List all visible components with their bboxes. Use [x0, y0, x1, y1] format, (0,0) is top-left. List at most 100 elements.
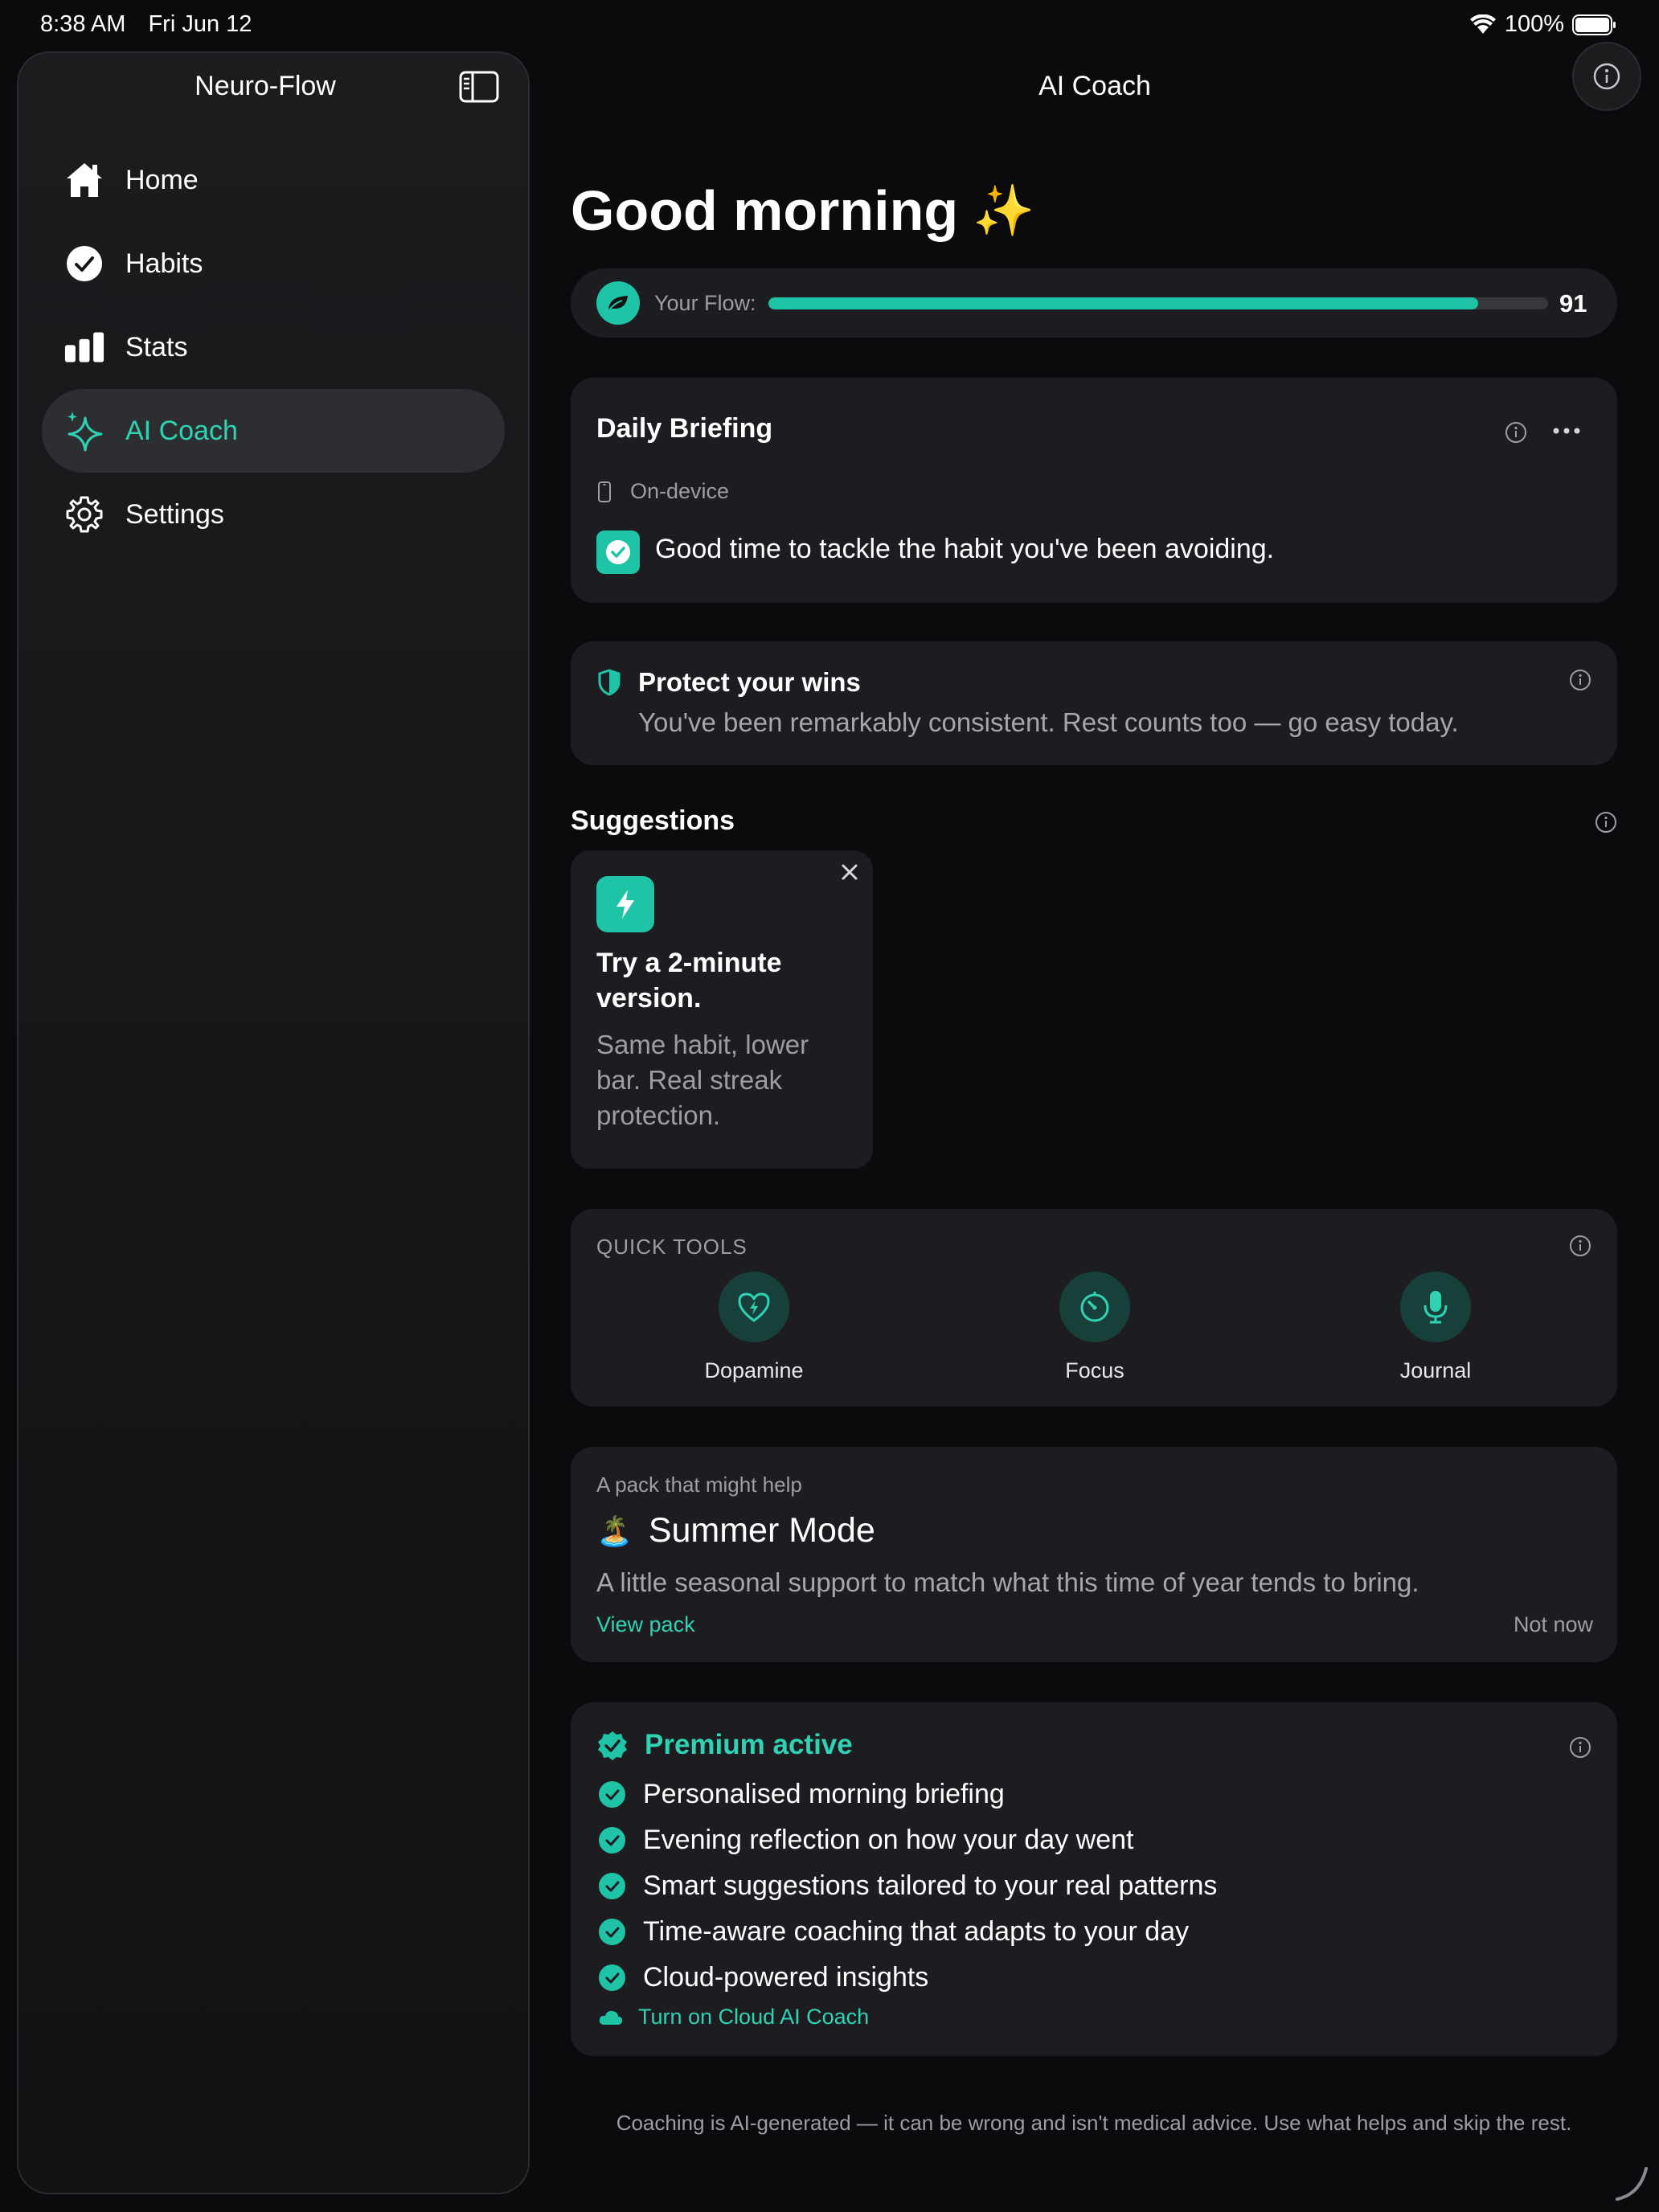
premium-title: Premium active — [645, 1729, 853, 1760]
verified-badge-icon — [596, 1730, 629, 1766]
not-now-button[interactable]: Not now — [1514, 1612, 1593, 1637]
info-icon[interactable] — [1503, 420, 1529, 445]
heart-bolt-icon — [719, 1272, 789, 1342]
protect-body: You've been remarkably consistent. Rest … — [638, 707, 1459, 737]
info-icon[interactable] — [1593, 809, 1619, 835]
lightning-bolt-icon — [596, 876, 654, 932]
list-item: Personalised morning briefing — [599, 1772, 1217, 1817]
briefing-check-icon — [596, 530, 640, 574]
info-button[interactable] — [1572, 42, 1641, 111]
resize-handle-icon — [1616, 2167, 1648, 2201]
suggestion-body: Same habit, lower bar. Real streak prote… — [596, 1027, 809, 1133]
sidebar-item-ai-coach[interactable]: AI Coach — [42, 389, 505, 473]
pack-heading: 🏝️ Summer Mode — [596, 1511, 875, 1550]
list-item: Smart suggestions tailored to your real … — [599, 1863, 1217, 1909]
suggestion-title-line: Try a 2-minute — [596, 948, 782, 978]
cloud-ai-coach-link[interactable]: Turn on Cloud AI Coach — [598, 2005, 869, 2030]
info-icon[interactable] — [1567, 1233, 1593, 1259]
briefing-source: On-device — [596, 479, 729, 504]
wifi-icon — [1469, 14, 1496, 34]
close-icon[interactable] — [838, 860, 862, 884]
cloud-ai-coach-text: Turn on Cloud AI Coach — [638, 2005, 870, 2029]
gear-icon — [64, 494, 104, 535]
list-item: Time-aware coaching that adapts to your … — [599, 1909, 1217, 1955]
protect-wins-card — [571, 641, 1617, 765]
sparkles-icon — [64, 411, 104, 452]
status-time: 8:38 AM — [40, 11, 126, 37]
list-item: Cloud-powered insights — [599, 1955, 1217, 2001]
sidebar-item-stats[interactable]: Stats — [42, 305, 505, 389]
briefing-source-text: On-device — [630, 479, 730, 503]
house-icon — [64, 160, 104, 200]
flow-value: 91 — [1559, 289, 1587, 317]
suggestion-title-line: version. — [596, 983, 702, 1014]
bar-chart-icon — [64, 327, 104, 367]
info-icon — [1593, 63, 1620, 90]
app-title: Neuro-Flow — [195, 71, 336, 101]
pack-eyebrow: A pack that might help — [596, 1473, 802, 1497]
suggestion-body-line: protection. — [596, 1100, 721, 1130]
protect-title: Protect your wins — [638, 667, 861, 697]
island-emoji: 🏝️ — [596, 1514, 633, 1547]
microphone-icon — [1400, 1272, 1471, 1342]
tool-label: Focus — [1065, 1358, 1124, 1382]
battery-percent: 100% — [1504, 11, 1564, 37]
suggestion-body-line: bar. Real streak — [596, 1065, 783, 1095]
info-icon[interactable] — [1567, 1735, 1593, 1760]
feature-text: Cloud-powered insights — [643, 1962, 929, 1993]
daily-briefing-title: Daily Briefing — [596, 413, 773, 444]
checkmark-circle-icon — [64, 244, 104, 284]
suggestion-title: Try a 2-minute version. — [596, 945, 782, 1016]
tool-focus[interactable]: Focus — [1014, 1272, 1175, 1383]
flow-progress-fill — [768, 297, 1478, 309]
sidebar-item-settings[interactable]: Settings — [42, 473, 505, 556]
sidebar-item-label: Home — [125, 164, 199, 195]
tool-dopamine[interactable]: Dopamine — [674, 1272, 834, 1383]
timer-icon — [1059, 1272, 1130, 1342]
tool-label: Journal — [1399, 1358, 1472, 1382]
phone-icon — [598, 481, 611, 502]
leaf-icon — [596, 281, 640, 325]
premium-feature-list: Personalised morning briefing Evening re… — [599, 1772, 1217, 2001]
status-bar-right: 100% — [1469, 11, 1617, 38]
greeting: Good morning ✨ — [571, 178, 1034, 243]
status-bar-time: 8:38 AM Fri Jun 12 — [40, 11, 252, 38]
check-icon — [599, 1873, 625, 1899]
pack-title: Summer Mode — [648, 1511, 875, 1550]
quick-tools-heading: QUICK TOOLS — [596, 1235, 748, 1259]
disclaimer: Coaching is AI-generated — it can be wro… — [616, 2111, 1572, 2135]
list-item: Evening reflection on how your day went — [599, 1817, 1217, 1863]
check-icon — [599, 1781, 625, 1808]
sidebar-toggle-button[interactable] — [459, 71, 499, 103]
suggestion-body-line: Same habit, lower — [596, 1030, 809, 1059]
sidebar-item-label: Stats — [125, 331, 188, 363]
cloud-icon — [599, 2010, 623, 2025]
view-pack-link[interactable]: View pack — [596, 1612, 695, 1637]
sidebar-item-habits[interactable]: Habits — [42, 222, 505, 305]
sidebar-item-label: AI Coach — [125, 415, 238, 446]
check-icon — [599, 1827, 625, 1854]
sidebar-item-label: Habits — [125, 248, 203, 279]
greeting-text: Good morning — [571, 179, 959, 242]
resize-handle[interactable] — [1611, 2162, 1651, 2206]
sidebar-item-home[interactable]: Home — [42, 138, 505, 222]
pack-body: A little seasonal support to match what … — [596, 1567, 1419, 1597]
flow-label: Your Flow: — [654, 291, 756, 315]
flow-progress-track — [768, 297, 1548, 309]
sidebar-item-label: Settings — [125, 498, 224, 530]
suggestions-heading: Suggestions — [571, 805, 735, 836]
sidebar-toggle-icon — [459, 71, 499, 103]
feature-text: Personalised morning briefing — [643, 1779, 1005, 1809]
shield-icon — [598, 669, 621, 700]
more-options-icon[interactable] — [1550, 418, 1583, 444]
tool-label: Dopamine — [704, 1358, 804, 1382]
feature-text: Time-aware coaching that adapts to your … — [643, 1916, 1190, 1947]
briefing-message: Good time to tackle the habit you've bee… — [655, 534, 1275, 564]
page-title: AI Coach — [1038, 71, 1151, 101]
status-date: Fri Jun 12 — [148, 11, 252, 37]
check-icon — [599, 1919, 625, 1945]
tool-journal[interactable]: Journal — [1355, 1272, 1516, 1383]
feature-text: Evening reflection on how your day went — [643, 1825, 1134, 1855]
battery-icon — [1572, 14, 1616, 35]
info-icon[interactable] — [1567, 667, 1593, 693]
